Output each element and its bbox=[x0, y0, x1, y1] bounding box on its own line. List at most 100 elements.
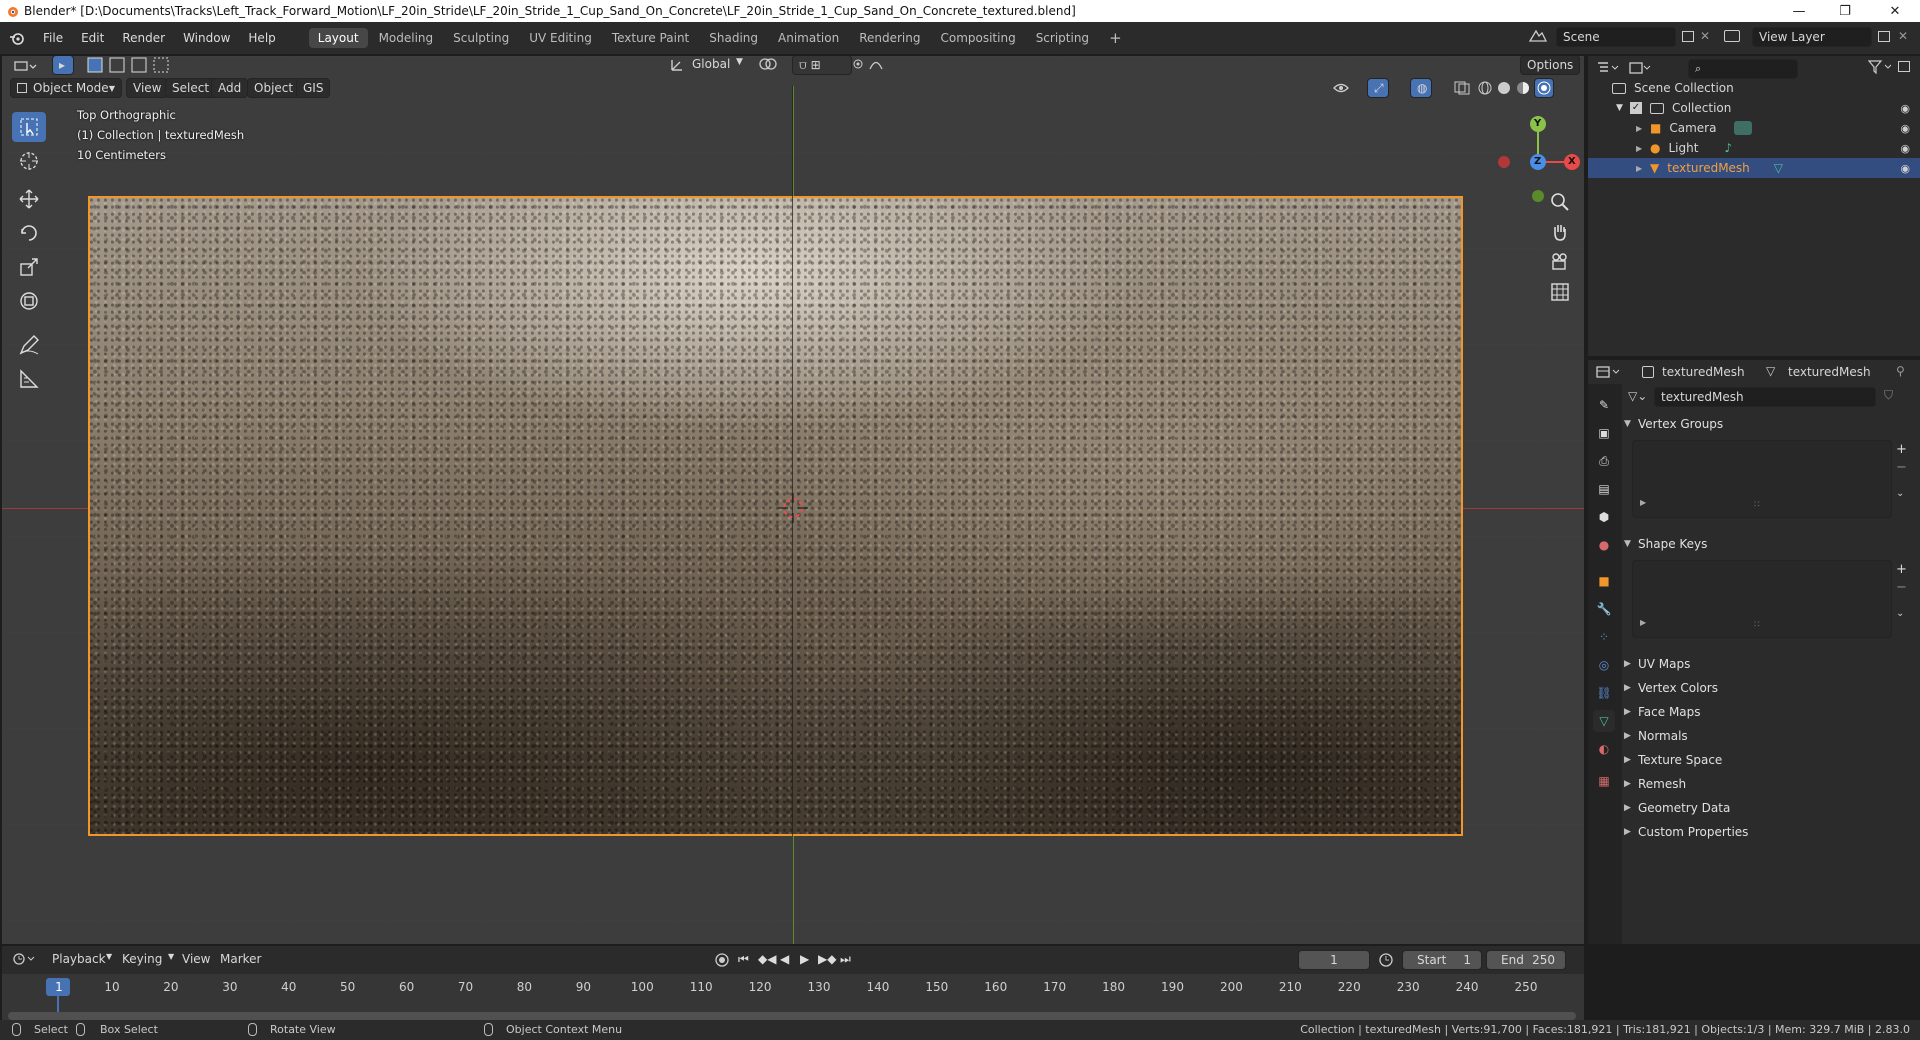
tab-texture-icon[interactable]: ▦ bbox=[1593, 770, 1615, 792]
visibility-eye-icon[interactable]: ◉ bbox=[1900, 122, 1910, 135]
tab-object-icon[interactable]: ■ bbox=[1593, 570, 1615, 592]
record-keyframe-icon[interactable] bbox=[714, 952, 730, 968]
list-filter-triangle-icon[interactable]: ▶ bbox=[1640, 618, 1646, 627]
expand-triangle-icon[interactable]: ▶ bbox=[1636, 124, 1650, 133]
panel-remesh[interactable]: ▶ Remesh bbox=[1624, 772, 1914, 796]
remove-vertex-group-button[interactable]: − bbox=[1896, 460, 1907, 475]
tab-particles-icon[interactable]: ⁘ bbox=[1593, 626, 1615, 648]
menu-object[interactable]: Object bbox=[247, 78, 301, 98]
outliner-scene-collection[interactable]: Scene Collection bbox=[1588, 78, 1920, 98]
tab-material-icon[interactable]: ◐ bbox=[1593, 738, 1615, 760]
gizmo-toggle-icon[interactable]: ⤢ bbox=[1367, 78, 1389, 98]
tab-scene-icon[interactable]: ⬢ bbox=[1593, 506, 1615, 528]
remove-scene-icon[interactable]: ✕ bbox=[1700, 29, 1710, 43]
tab-uv-editing[interactable]: UV Editing bbox=[520, 28, 601, 48]
tab-render-icon[interactable]: ▣ bbox=[1593, 422, 1615, 444]
outliner-item-light[interactable]: ▶ ● Light ♪ ◉ bbox=[1588, 138, 1920, 158]
zoom-icon[interactable] bbox=[1550, 192, 1570, 212]
visibility-eye-icon[interactable]: ◉ bbox=[1900, 162, 1910, 175]
add-shape-key-button[interactable]: + bbox=[1896, 562, 1907, 577]
tab-compositing[interactable]: Compositing bbox=[931, 28, 1024, 48]
menu-add[interactable]: Add bbox=[211, 78, 249, 98]
vertex-group-specials-icon[interactable]: ⌄ bbox=[1896, 488, 1904, 499]
fake-user-shield-icon[interactable]: ⛉ bbox=[1884, 388, 1893, 403]
menu-marker[interactable]: Marker bbox=[220, 952, 261, 966]
mesh-browse-icon[interactable]: ▽⌄ bbox=[1628, 389, 1647, 403]
add-vertex-group-button[interactable]: + bbox=[1896, 442, 1907, 457]
tab-animation[interactable]: Animation bbox=[769, 28, 848, 48]
pan-hand-icon[interactable] bbox=[1550, 222, 1570, 242]
menu-edit[interactable]: Edit bbox=[72, 31, 113, 45]
end-frame-field[interactable]: End 250 bbox=[1486, 950, 1566, 970]
tab-physics-icon[interactable]: ◎ bbox=[1593, 654, 1615, 676]
menu-keying[interactable]: Keying bbox=[122, 952, 162, 966]
properties-editor-icon[interactable] bbox=[1596, 365, 1622, 379]
menu-file[interactable]: File bbox=[34, 31, 72, 45]
expand-triangle-icon[interactable]: ▶ bbox=[1636, 144, 1650, 153]
display-mode-icon[interactable] bbox=[1628, 61, 1652, 75]
shading-wireframe-icon[interactable] bbox=[1477, 81, 1493, 95]
shape-key-specials-icon[interactable]: ⌄ bbox=[1896, 608, 1904, 619]
tab-layout[interactable]: Layout bbox=[308, 28, 368, 48]
tab-view-layer-icon[interactable]: ▤ bbox=[1593, 478, 1615, 500]
options-dropdown[interactable]: Options bbox=[1520, 56, 1581, 75]
visibility-eye-icon[interactable]: ◉ bbox=[1900, 102, 1910, 115]
menu-timeline-view[interactable]: View bbox=[182, 952, 210, 966]
tab-modeling[interactable]: Modeling bbox=[370, 28, 443, 48]
outliner-search-input[interactable]: ⌕ bbox=[1688, 59, 1798, 79]
tab-modifier-icon[interactable]: 🔧 bbox=[1593, 598, 1615, 620]
visibility-icon[interactable] bbox=[1332, 80, 1362, 96]
shape-keys-list[interactable] bbox=[1632, 560, 1892, 638]
outliner-item-texturedmesh[interactable]: ▶ ▼ texturedMesh ▽ ◉ bbox=[1588, 158, 1920, 178]
menu-select[interactable]: Select bbox=[165, 78, 217, 98]
proportional-edit-icon[interactable] bbox=[852, 56, 902, 72]
3d-viewport[interactable]: ▸ Global ▼ ⩌ ⊞ Options Object Mode ▼ Vie… bbox=[2, 56, 1584, 944]
menu-help[interactable]: Help bbox=[239, 31, 284, 45]
minimize-button[interactable]: — bbox=[1776, 0, 1822, 22]
new-collection-icon[interactable] bbox=[1898, 61, 1910, 72]
tab-rendering[interactable]: Rendering bbox=[850, 28, 929, 48]
menu-render[interactable]: Render bbox=[113, 31, 174, 45]
menu-view[interactable]: View bbox=[126, 78, 169, 98]
scene-icon[interactable] bbox=[1528, 28, 1548, 44]
outliner-editor-icon[interactable] bbox=[1596, 61, 1620, 75]
shading-solid-icon[interactable] bbox=[1496, 81, 1512, 95]
tab-scripting[interactable]: Scripting bbox=[1027, 28, 1098, 48]
panel-uv-maps[interactable]: ▶ UV Maps bbox=[1624, 652, 1914, 676]
panel-normals[interactable]: ▶ Normals bbox=[1624, 724, 1914, 748]
panel-custom-properties[interactable]: ▶ Custom Properties bbox=[1624, 820, 1914, 844]
expand-triangle-icon[interactable]: ▶ bbox=[1636, 164, 1650, 173]
measure-tool-icon[interactable] bbox=[12, 364, 46, 394]
new-view-layer-icon[interactable] bbox=[1878, 31, 1890, 42]
select-box-tool-icon[interactable] bbox=[12, 112, 46, 142]
close-window-button[interactable]: ✕ bbox=[1872, 0, 1918, 22]
filter-icon[interactable] bbox=[1868, 60, 1894, 74]
timeline-scrollbar[interactable] bbox=[8, 1012, 1576, 1020]
expand-triangle-icon[interactable]: ▼ bbox=[1616, 103, 1630, 113]
tab-output-icon[interactable]: ⎙ bbox=[1593, 450, 1615, 472]
tab-world-icon[interactable]: ● bbox=[1593, 534, 1615, 556]
pivot-point-icon[interactable] bbox=[758, 56, 788, 72]
rotate-tool-icon[interactable] bbox=[12, 218, 46, 248]
tab-sculpting[interactable]: Sculpting bbox=[444, 28, 518, 48]
play-reverse-icon[interactable]: ◀ bbox=[780, 952, 789, 966]
checkbox-icon[interactable]: ✓ bbox=[1630, 102, 1642, 114]
timeline-editor-icon[interactable] bbox=[12, 952, 38, 966]
editor-type-icon[interactable] bbox=[12, 56, 38, 76]
outliner-collection-row[interactable]: ▼ ✓ Collection ◉ bbox=[1588, 98, 1920, 118]
vertex-groups-list[interactable] bbox=[1632, 440, 1892, 518]
mesh-name-field[interactable]: texturedMesh bbox=[1654, 387, 1876, 407]
tab-constraints-icon[interactable]: ⛓ bbox=[1593, 682, 1615, 704]
orientation-dropdown[interactable]: Global bbox=[692, 57, 730, 71]
add-workspace-button[interactable]: + bbox=[1100, 26, 1131, 50]
object-mode-dropdown[interactable]: Object Mode ▼ bbox=[10, 78, 122, 98]
ortho-grid-icon[interactable] bbox=[1550, 282, 1570, 302]
view-layer-icon[interactable] bbox=[1724, 30, 1740, 42]
list-resize-handle-icon[interactable]: ∷ bbox=[1754, 620, 1760, 630]
camera-data-icon[interactable] bbox=[1734, 121, 1753, 135]
blender-menu-icon[interactable] bbox=[0, 31, 34, 45]
restore-button[interactable]: ❐ bbox=[1822, 0, 1868, 22]
preview-range-clock-icon[interactable] bbox=[1378, 952, 1394, 968]
camera-view-icon[interactable] bbox=[1550, 252, 1570, 272]
panel-vertex-groups[interactable]: ▼ Vertex Groups bbox=[1624, 412, 1914, 436]
